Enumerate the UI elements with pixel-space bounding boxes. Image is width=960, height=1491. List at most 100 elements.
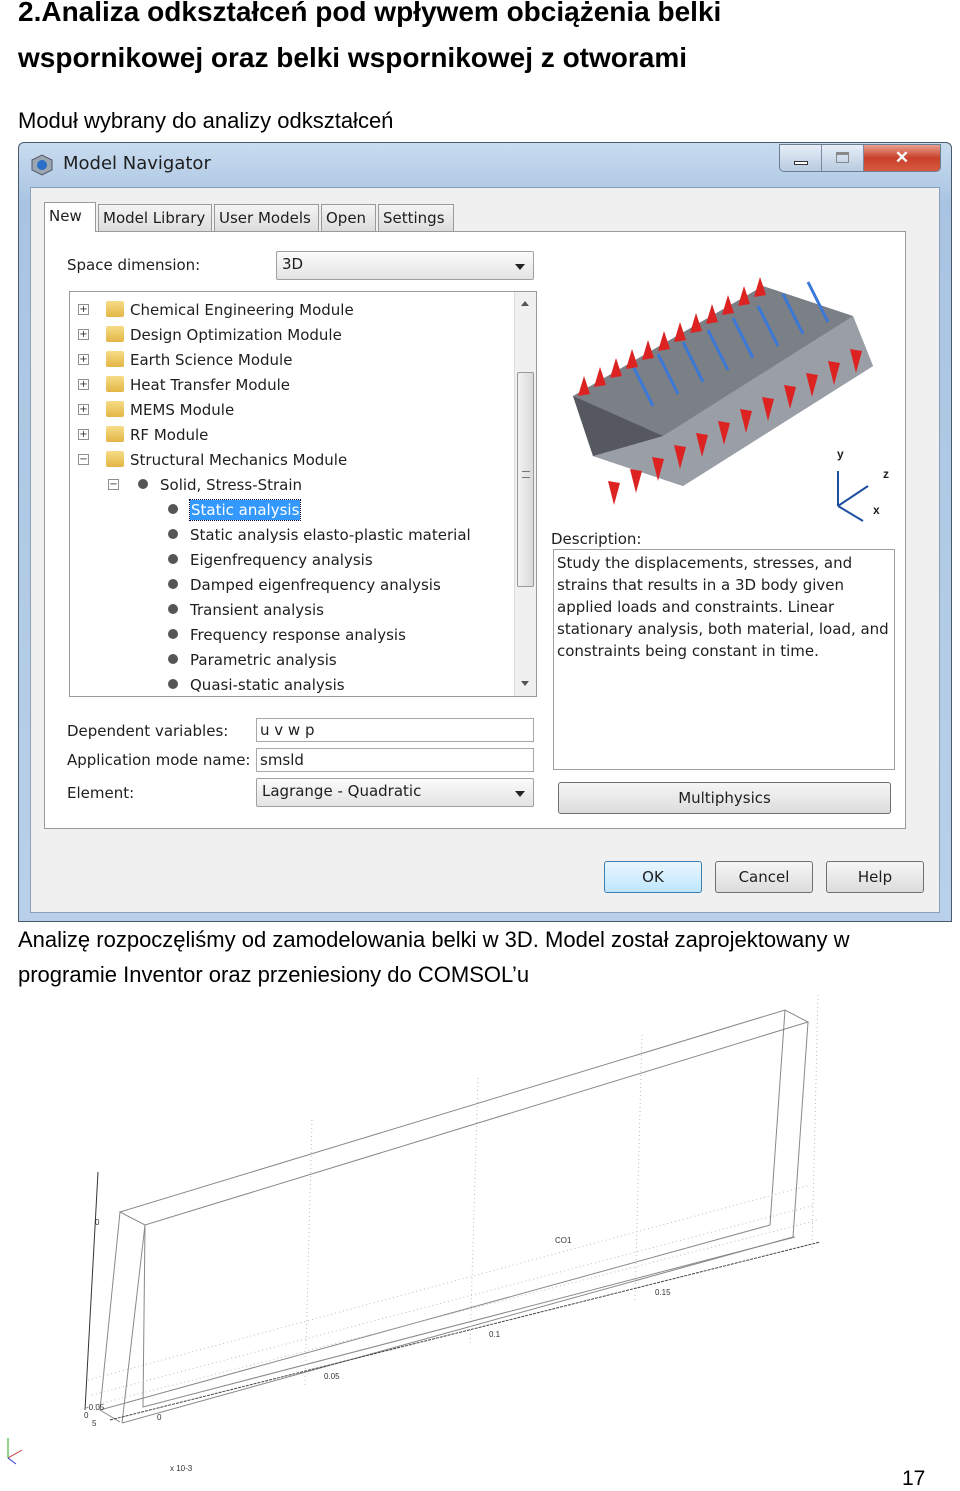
node-icon (168, 529, 178, 539)
maximize-button[interactable] (822, 145, 864, 171)
app-mode-input[interactable]: smsld (256, 748, 534, 772)
folder-icon (106, 426, 124, 442)
tree-item[interactable]: − Solid, Stress-Strain (70, 474, 510, 499)
axis-label: z (883, 467, 889, 481)
tab-open[interactable]: Open (321, 204, 376, 232)
minimize-button[interactable] (780, 145, 822, 171)
axis-tick: -0.05 (86, 1403, 105, 1412)
tree-item[interactable]: Static analysis elasto-plastic material (70, 524, 510, 549)
body-text-line-2: programie Inventor oraz przeniesiony do … (18, 962, 530, 987)
cancel-button[interactable]: Cancel (715, 861, 813, 893)
tree-item-label: Design Optimization Module (130, 326, 342, 344)
tab-model-library[interactable]: Model Library (98, 204, 212, 232)
tree-item-label: Structural Mechanics Module (130, 451, 348, 469)
description-label: Description: (551, 530, 642, 548)
model-preview-image: y z x (553, 246, 897, 528)
tree-item[interactable]: Quasi-static analysis (70, 674, 510, 696)
tree-item-label: RF Module (130, 426, 209, 444)
axis-tick: 0.05 (324, 1372, 340, 1381)
tab-new[interactable]: New (44, 202, 96, 232)
chevron-down-icon (515, 264, 525, 270)
tree-item[interactable]: Damped eigenfrequency analysis (70, 574, 510, 599)
scroll-down-icon[interactable] (521, 681, 529, 686)
tree-item-label: Solid, Stress-Strain (160, 476, 303, 494)
folder-icon (106, 351, 124, 367)
close-button[interactable]: ✕ (864, 145, 940, 171)
tree-item-label: MEMS Module (130, 401, 235, 419)
folder-icon (106, 376, 124, 392)
heading-line-2: wspornikowej oraz belki wspornikowej z o… (18, 42, 688, 73)
tree-item[interactable]: + MEMS Module (70, 399, 510, 424)
axis-tick: 0.15 (655, 1288, 671, 1297)
tree-item[interactable]: Static analysis (70, 499, 510, 524)
element-value: Lagrange - Quadratic (262, 782, 422, 800)
tree-item[interactable]: + Earth Science Module (70, 349, 510, 374)
expand-icon[interactable]: + (78, 429, 89, 440)
axis-label: x (873, 503, 880, 517)
node-icon (168, 504, 178, 514)
tree-item[interactable]: + RF Module (70, 424, 510, 449)
tree-item[interactable]: + Heat Transfer Module (70, 374, 510, 399)
heading-line-1: 2.Analiza odkształceń pod wpływem obciąż… (18, 0, 722, 27)
tree-item[interactable]: Frequency response analysis (70, 624, 510, 649)
axis-tick: 0.1 (489, 1330, 501, 1339)
axis-tick: 5 (92, 1419, 97, 1428)
collapse-icon[interactable]: − (78, 454, 89, 465)
model-navigator-window: Model Navigator ✕ New Model Library User… (18, 142, 952, 922)
tree-item[interactable]: + Chemical Engineering Module (70, 299, 510, 324)
tree-item[interactable]: Parametric analysis (70, 649, 510, 674)
element-label: Element: (67, 784, 135, 802)
tree-item[interactable]: + Design Optimization Module (70, 324, 510, 349)
dependent-variables-label: Dependent variables: (67, 722, 229, 740)
tab-settings[interactable]: Settings (378, 204, 454, 232)
tab-user-models[interactable]: User Models (214, 204, 319, 232)
node-icon (168, 604, 178, 614)
new-tab-panel: Space dimension: 3D + Chemical Engineerin… (44, 231, 906, 829)
folder-icon (106, 451, 124, 467)
multiphysics-button[interactable]: Multiphysics (558, 782, 891, 814)
scrollbar-thumb[interactable] (517, 372, 534, 587)
collapse-icon[interactable]: − (108, 479, 119, 490)
axis-tick: 0 (84, 1411, 89, 1420)
folder-icon (106, 401, 124, 417)
expand-icon[interactable]: + (78, 304, 89, 315)
node-icon (168, 579, 178, 589)
expand-icon[interactable]: + (78, 404, 89, 415)
expand-icon[interactable]: + (78, 379, 89, 390)
scroll-up-icon[interactable] (521, 301, 529, 306)
module-tree[interactable]: + Chemical Engineering Module + Design Opti… (69, 291, 537, 697)
folder-icon (106, 326, 124, 342)
tree-item-label: Eigenfrequency analysis (190, 551, 373, 569)
description-text: Study the displacements, stresses, and s… (553, 549, 895, 770)
tree-item[interactable]: Transient analysis (70, 599, 510, 624)
tree-scrollbar[interactable] (514, 292, 536, 696)
body-text-line-1: Analizę rozpoczęliśmy od zamodelowania b… (18, 927, 850, 952)
space-dimension-label: Space dimension: (67, 256, 201, 274)
space-dimension-value: 3D (282, 255, 304, 273)
node-icon (168, 679, 178, 689)
help-button[interactable]: Help (826, 861, 924, 893)
tree-item[interactable]: − Structural Mechanics Module (70, 449, 510, 474)
app-mode-label: Application mode name: (67, 751, 251, 769)
ok-button[interactable]: OK (604, 861, 702, 893)
tree-item-label: Earth Science Module (130, 351, 293, 369)
domain-label: CO1 (555, 1236, 572, 1245)
tree-item-label: Frequency response analysis (190, 626, 406, 644)
subtitle: Moduł wybrany do analizy odkształceń (18, 108, 394, 133)
axis-triad-icon (7, 1438, 23, 1465)
element-select[interactable]: Lagrange - Quadratic (256, 778, 534, 807)
tree-item-label: Transient analysis (190, 601, 324, 619)
beam-3d-model-view: 0 CO1 0 0.05 0.1 0.15 -0.05 0 5 x 10-3 (7, 994, 821, 1473)
window-title: Model Navigator (63, 153, 211, 174)
node-icon (168, 629, 178, 639)
expand-icon[interactable]: + (78, 329, 89, 340)
tree-item-label: Quasi-static analysis (190, 676, 345, 694)
node-icon (168, 554, 178, 564)
dialog-body: New Model Library User Models Open Setti… (30, 187, 940, 913)
axis-tick: 0 (157, 1413, 162, 1422)
tree-item[interactable]: Eigenfrequency analysis (70, 549, 510, 574)
comsol-logo-icon (31, 154, 53, 176)
space-dimension-select[interactable]: 3D (276, 251, 534, 280)
dependent-variables-input[interactable]: u v w p (256, 718, 534, 742)
expand-icon[interactable]: + (78, 354, 89, 365)
